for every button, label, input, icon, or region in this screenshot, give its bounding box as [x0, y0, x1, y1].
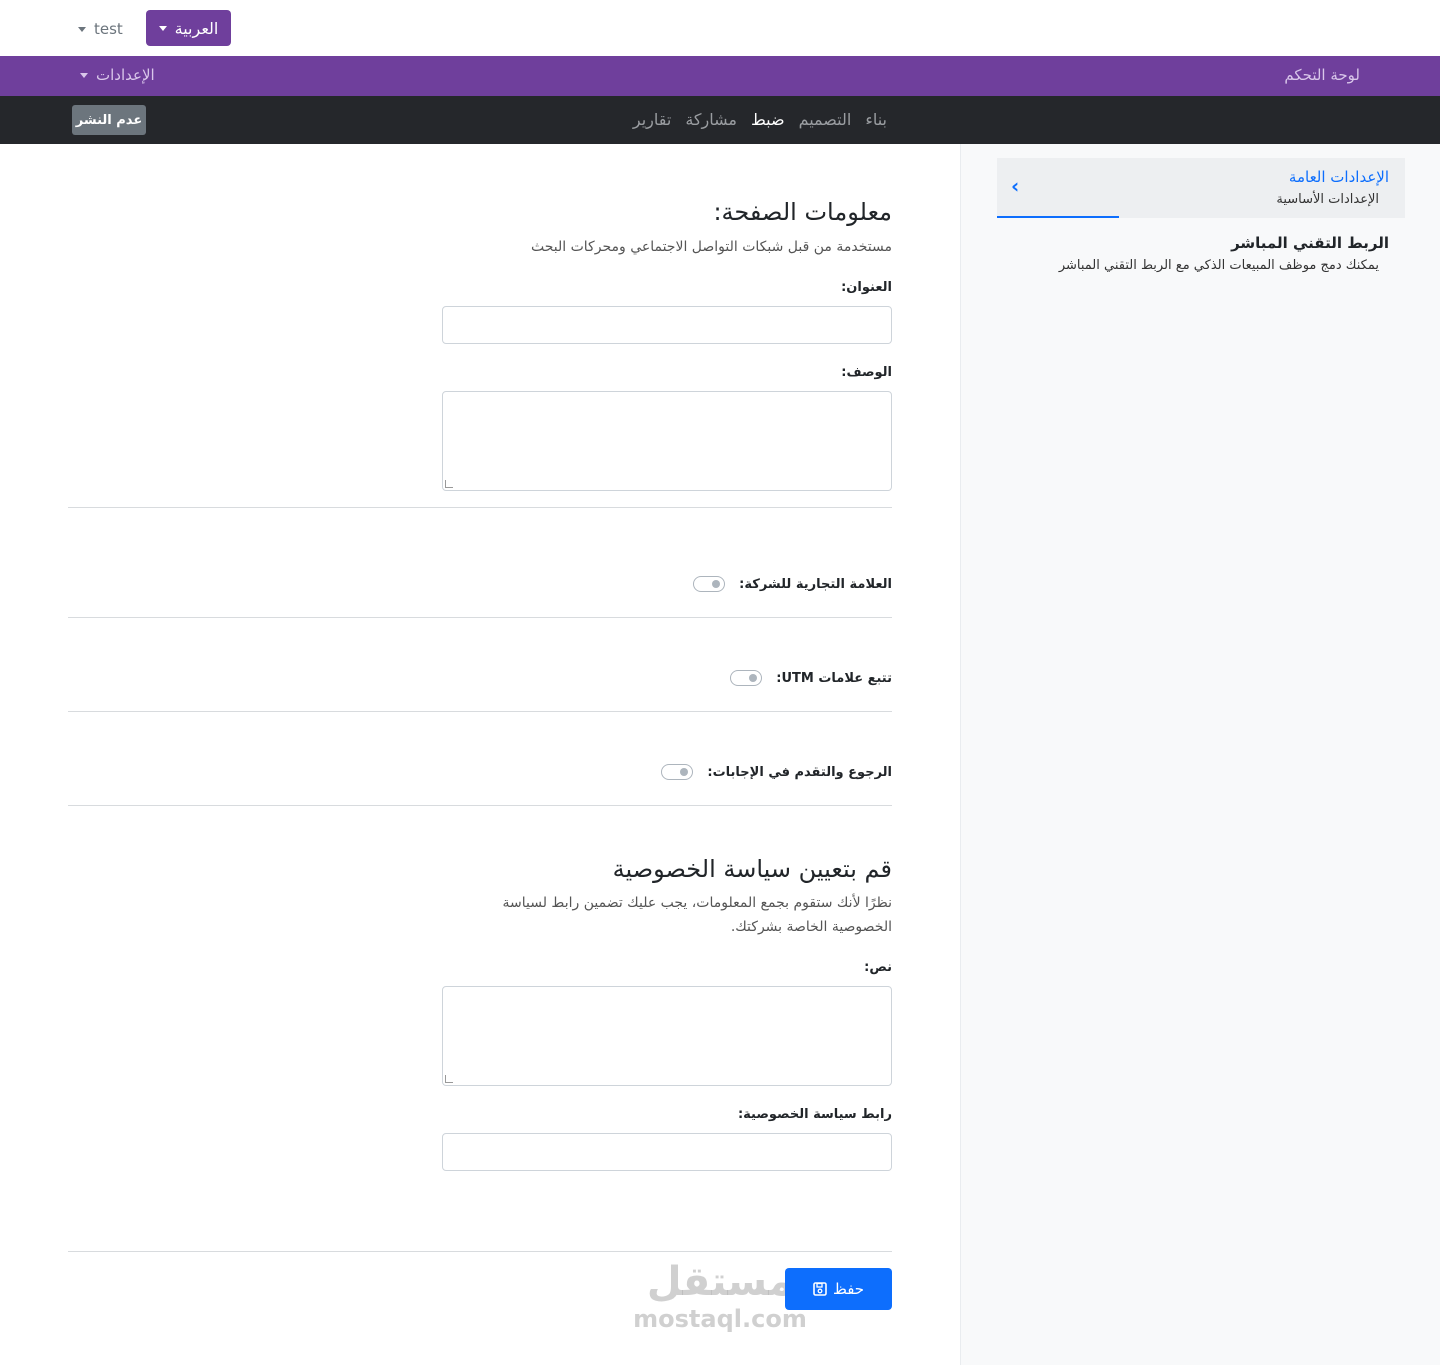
page-info-heading: معلومات الصفحة:	[713, 198, 892, 226]
resize-handle-icon[interactable]	[445, 480, 453, 488]
user-dropdown[interactable]: test	[78, 18, 123, 40]
page-info-subtitle: مستخدمة من قبل شبكات التواصل الاجتماعي و…	[531, 239, 892, 255]
divider	[68, 711, 892, 712]
privacy-description-line1: نظرًا لأنك ستقوم بجمع المعلومات، يجب علي…	[502, 895, 893, 911]
navigation-label: الرجوع والتقدم في الإجابات:	[707, 764, 892, 780]
tab-reports[interactable]: تقارير	[633, 110, 671, 129]
language-label: العربية	[174, 18, 219, 38]
tab-settings[interactable]: ضبط	[751, 110, 785, 129]
main-navbar: الإعدادات لوحة التحكم	[0, 56, 1440, 96]
tab-design[interactable]: التصميم	[799, 110, 852, 129]
settings-label: الإعدادات	[96, 66, 155, 84]
caret-down-icon	[158, 25, 167, 31]
editor-tabs: بناء التصميم ضبط مشاركة تقارير	[633, 110, 887, 129]
sidebar-item-title: الإعدادات العامة	[1288, 168, 1389, 186]
navigation-toggle-row: الرجوع والتقدم في الإجابات:	[661, 762, 892, 782]
tab-share[interactable]: مشاركة	[685, 110, 737, 129]
divider	[68, 805, 892, 806]
title-label: العنوان:	[841, 280, 892, 295]
watermark: مستقل mostaql.com	[630, 1258, 810, 1338]
utm-label: تتبع علامات UTM:	[776, 670, 892, 686]
watermark-arabic: مستقل	[646, 1259, 794, 1305]
sidebar-item-subtitle: الإعدادات الأساسية	[1276, 192, 1379, 207]
unpublish-button[interactable]: عدم النشر	[72, 105, 146, 135]
floppy-disk-icon	[813, 1282, 827, 1296]
top-bar: test العربية	[0, 0, 1440, 56]
divider	[68, 1251, 892, 1252]
watermark-latin: mostaql.com	[633, 1305, 807, 1333]
active-indicator	[997, 216, 1119, 218]
chevron-left-icon: ‹	[1011, 174, 1020, 198]
privacy-link-label: رابط سياسة الخصوصية:	[737, 1107, 892, 1122]
tab-build[interactable]: بناء	[865, 110, 887, 129]
navigation-switch[interactable]	[661, 764, 694, 780]
sidebar-item-description: يمكنك دمج موظف المبيعات الذكي مع الربط ا…	[1058, 258, 1379, 273]
dashboard-link[interactable]: لوحة التحكم	[1284, 66, 1360, 84]
settings-sidebar: الإعدادات العامة الإعدادات الأساسية ‹ ال…	[960, 144, 1440, 1365]
switch-knob	[712, 580, 721, 588]
sidebar-item-live-integration[interactable]: الربط التقني المباشر يمكنك دمج موظف المب…	[997, 232, 1405, 282]
utm-switch[interactable]	[730, 670, 763, 686]
description-textarea[interactable]	[442, 391, 892, 491]
title-input[interactable]	[442, 306, 892, 344]
divider	[68, 617, 892, 618]
privacy-text-label: نص:	[864, 960, 892, 975]
privacy-link-input[interactable]	[442, 1133, 892, 1171]
branding-label: العلامة التجارية للشركة:	[739, 576, 892, 592]
save-label: حفظ	[832, 1280, 865, 1298]
utm-toggle-row: تتبع علامات UTM:	[730, 668, 892, 688]
branding-switch[interactable]	[693, 576, 726, 592]
divider	[68, 507, 892, 508]
editor-tabs-bar: عدم النشر بناء التصميم ضبط مشاركة تقارير	[0, 96, 1440, 144]
language-dropdown-button[interactable]: العربية	[146, 10, 231, 46]
branding-toggle-row: العلامة التجارية للشركة:	[693, 574, 892, 594]
sidebar-item-title: الربط التقني المباشر	[1231, 234, 1389, 252]
user-name: test	[94, 20, 123, 38]
privacy-heading: قم بتعيين سياسة الخصوصية	[612, 855, 892, 883]
settings-dropdown[interactable]: الإعدادات	[80, 66, 155, 84]
description-label: الوصف:	[841, 365, 892, 380]
switch-knob	[680, 768, 689, 776]
switch-knob	[749, 674, 758, 682]
sidebar-item-general-settings[interactable]: الإعدادات العامة الإعدادات الأساسية ‹	[997, 158, 1405, 218]
save-button[interactable]: حفظ	[785, 1268, 892, 1310]
resize-handle-icon[interactable]	[445, 1075, 453, 1083]
caret-down-icon	[78, 26, 86, 32]
caret-down-icon	[80, 72, 88, 78]
privacy-text-textarea[interactable]	[442, 986, 892, 1086]
privacy-description-line2: الخصوصية الخاصة بشركتك.	[730, 919, 892, 935]
